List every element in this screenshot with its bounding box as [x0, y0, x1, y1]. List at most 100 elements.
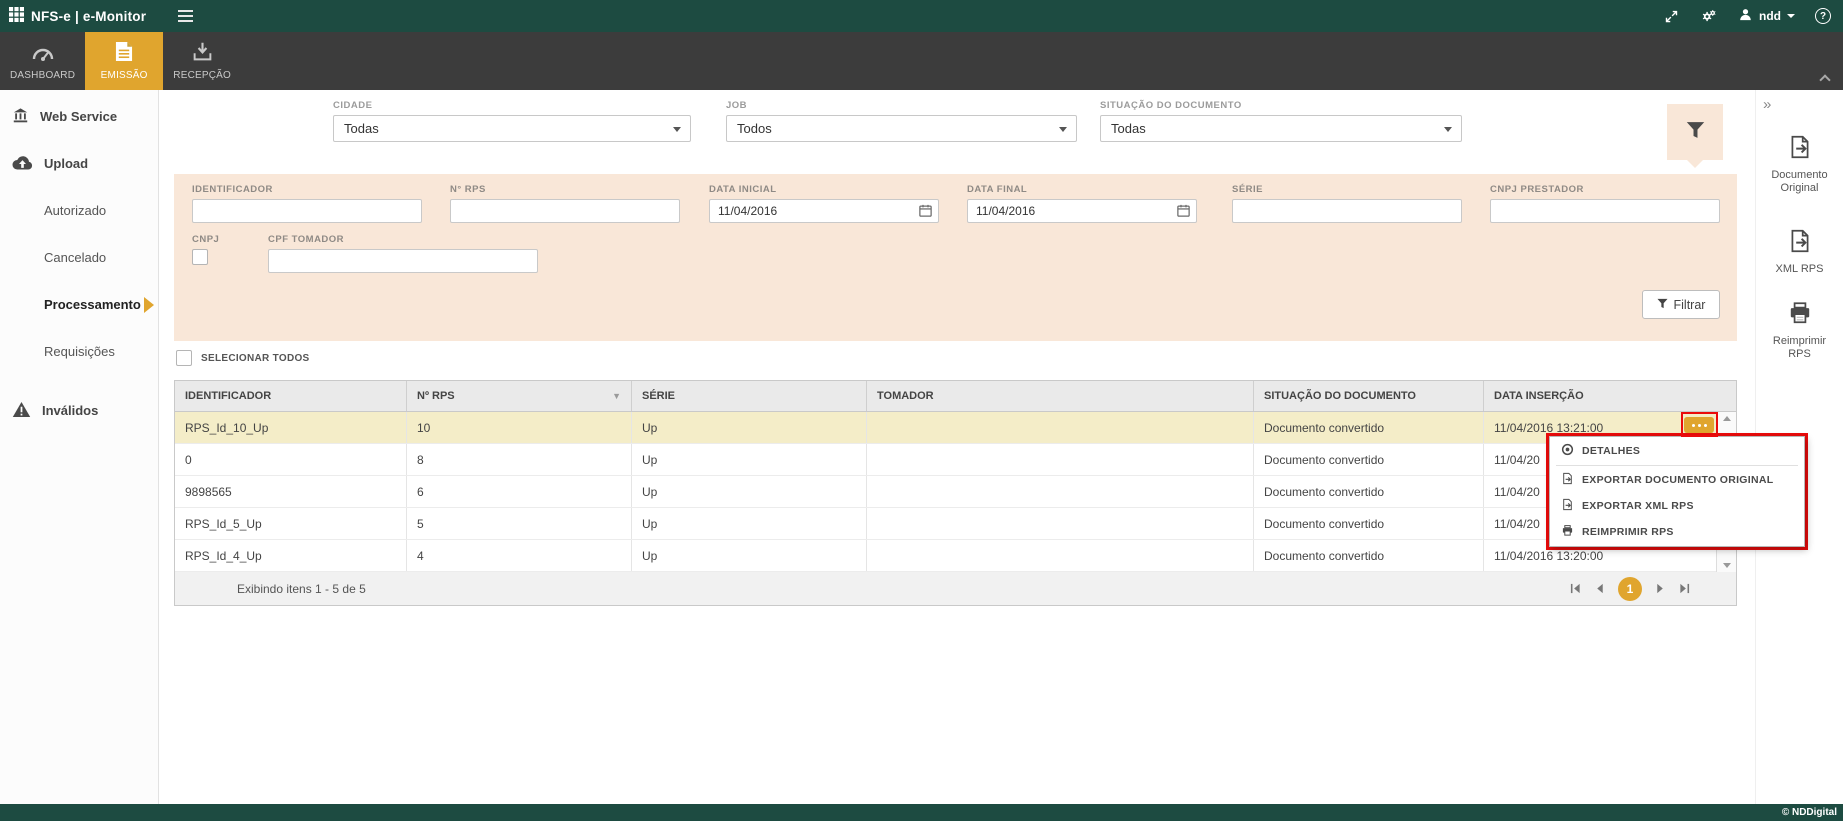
table-row[interactable]: RPS_Id_4_Up 4 Up Documento convertido 11…	[175, 540, 1716, 572]
cnpj-field: CNPJ	[192, 234, 219, 265]
cpf-tomador-field: CPF TOMADOR	[268, 234, 538, 273]
context-menu: DETALHES EXPORTAR DOCUMENTO ORIGINAL EXP…	[1549, 436, 1805, 547]
job-field: JOB Todos	[726, 100, 1077, 142]
data-inicial-field: DATA INICIAL	[709, 184, 939, 223]
sidebar-item-autorizado[interactable]: Autorizado	[0, 187, 158, 234]
sort-caret-icon[interactable]: ▼	[612, 391, 621, 401]
collapse-toolbar-icon[interactable]	[1819, 74, 1830, 85]
results-table: IDENTIFICADOR Nº RPS ▼ SÉRIE TOMADOR SIT…	[174, 380, 1737, 606]
cidade-select[interactable]: Todas	[333, 115, 691, 142]
column-header-data-insercao[interactable]: DATA INSERÇÃO	[1484, 381, 1716, 411]
export-xml-rps-button[interactable]: XML RPS	[1756, 228, 1843, 276]
sidebar-item-web-service[interactable]: Web Service	[0, 93, 158, 140]
calendar-icon[interactable]	[1176, 203, 1191, 223]
identificador-input[interactable]	[192, 199, 422, 223]
cell-identificador: 9898565	[175, 476, 407, 507]
serie-input[interactable]	[1232, 199, 1462, 223]
grid-icon	[9, 7, 24, 25]
job-select[interactable]: Todos	[726, 115, 1077, 142]
menu-item-label: EXPORTAR DOCUMENTO ORIGINAL	[1582, 474, 1773, 486]
warning-icon	[12, 401, 31, 421]
row-actions-ellipsis-button[interactable]	[1684, 417, 1714, 433]
sidebar-item-label: Web Service	[40, 109, 117, 124]
export-icon	[1787, 134, 1813, 164]
menu-item-exportar-documento-original[interactable]: EXPORTAR DOCUMENTO ORIGINAL	[1550, 467, 1804, 493]
column-header-label: Nº RPS	[417, 390, 455, 402]
cell-serie: Up	[632, 508, 867, 539]
column-header-nrps[interactable]: Nº RPS ▼	[407, 381, 632, 411]
nrps-field: N° RPS	[450, 184, 680, 223]
sidebar-item-upload[interactable]: Upload	[0, 140, 158, 187]
current-page-badge[interactable]: 1	[1618, 577, 1642, 601]
menu-item-detalhes[interactable]: DETALHES	[1550, 438, 1804, 464]
tab-emissao[interactable]: EMISSÃO	[85, 32, 163, 90]
cell-situacao: Documento convertido	[1254, 540, 1484, 571]
situacao-field: SITUAÇÃO DO DOCUMENTO Todas	[1100, 100, 1462, 142]
tab-label: EMISSÃO	[101, 70, 148, 81]
cell-identificador: RPS_Id_4_Up	[175, 540, 407, 571]
job-label: JOB	[726, 100, 1077, 111]
cnpj-prestador-input[interactable]	[1490, 199, 1720, 223]
sidebar-item-label: Processamento	[44, 297, 141, 312]
table-row[interactable]: 9898565 6 Up Documento convertido 11/04/…	[175, 476, 1716, 508]
printer-icon	[1787, 300, 1813, 330]
column-header-label: TOMADOR	[877, 390, 934, 402]
sidebar-item-label: Autorizado	[44, 203, 106, 218]
first-page-button[interactable]	[1570, 583, 1581, 594]
tab-recepcao[interactable]: RECEPÇÃO	[163, 32, 241, 90]
data-final-field: DATA FINAL	[967, 184, 1197, 223]
table-footer: Exibindo itens 1 - 5 de 5 1	[175, 572, 1736, 605]
cell-nrps: 4	[407, 540, 632, 571]
situacao-label: SITUAÇÃO DO DOCUMENTO	[1100, 100, 1462, 111]
identificador-field: IDENTIFICADOR	[192, 184, 422, 223]
column-header-identificador[interactable]: IDENTIFICADOR	[175, 381, 407, 411]
cell-serie: Up	[632, 412, 867, 443]
data-inicial-input[interactable]	[709, 199, 939, 223]
cnpj-prestador-field: CNPJ PRESTADOR	[1490, 184, 1720, 223]
cpf-tomador-input[interactable]	[268, 249, 538, 273]
expand-panel-icon[interactable]: »	[1763, 96, 1769, 113]
user-menu[interactable]: ndd	[1738, 7, 1795, 25]
scroll-up-icon[interactable]	[1723, 416, 1731, 421]
table-row[interactable]: RPS_Id_5_Up 5 Up Documento convertido 11…	[175, 508, 1716, 540]
table-row[interactable]: RPS_Id_10_Up 10 Up Documento convertido …	[175, 412, 1716, 444]
gears-icon[interactable]	[1699, 8, 1718, 25]
situacao-select[interactable]: Todas	[1100, 115, 1462, 142]
cell-nrps: 10	[407, 412, 632, 443]
nrps-input[interactable]	[450, 199, 680, 223]
column-header-spacer	[1716, 381, 1736, 411]
next-page-button[interactable]	[1655, 583, 1666, 594]
column-header-situacao[interactable]: SITUAÇÃO DO DOCUMENTO	[1254, 381, 1484, 411]
toolbar-item-label: Reimprimir RPS	[1764, 335, 1836, 361]
menu-item-exportar-xml-rps[interactable]: EXPORTAR XML RPS	[1550, 493, 1804, 519]
filter-toggle-button[interactable]	[1667, 104, 1723, 160]
sidebar-item-invalidos[interactable]: Inválidos	[0, 387, 158, 434]
scroll-down-icon[interactable]	[1723, 563, 1731, 568]
help-icon[interactable]: ?	[1815, 8, 1831, 24]
fullscreen-icon[interactable]	[1664, 9, 1679, 24]
select-all-checkbox[interactable]	[176, 350, 192, 366]
sidebar-item-requisicoes[interactable]: Requisições	[0, 328, 158, 375]
cell-tomador	[867, 540, 1254, 571]
top-bar: NFS-e | e-Monitor	[0, 0, 1843, 32]
sidebar-item-cancelado[interactable]: Cancelado	[0, 234, 158, 281]
previous-page-button[interactable]	[1594, 583, 1605, 594]
tab-dashboard[interactable]: DASHBOARD	[0, 32, 85, 90]
calendar-icon[interactable]	[918, 203, 933, 223]
hamburger-icon[interactable]	[178, 7, 193, 25]
filtrar-button[interactable]: Filtrar	[1642, 290, 1720, 319]
table-row[interactable]: 0 8 Up Documento convertido 11/04/20	[175, 444, 1716, 476]
cnpj-checkbox[interactable]	[192, 249, 208, 265]
reimprimir-rps-button[interactable]: Reimprimir RPS	[1756, 300, 1843, 361]
sidebar-item-processamento[interactable]: Processamento	[0, 281, 158, 328]
cell-situacao: Documento convertido	[1254, 508, 1484, 539]
last-page-button[interactable]	[1679, 583, 1690, 594]
export-documento-original-button[interactable]: Documento Original	[1756, 134, 1843, 195]
menu-item-label: REIMPRIMIR RPS	[1582, 526, 1674, 538]
identificador-label: IDENTIFICADOR	[192, 184, 422, 195]
data-final-input[interactable]	[967, 199, 1197, 223]
column-header-serie[interactable]: SÉRIE	[632, 381, 867, 411]
column-header-tomador[interactable]: TOMADOR	[867, 381, 1254, 411]
menu-item-reimprimir-rps[interactable]: REIMPRIMIR RPS	[1550, 519, 1804, 545]
cell-situacao: Documento convertido	[1254, 444, 1484, 475]
